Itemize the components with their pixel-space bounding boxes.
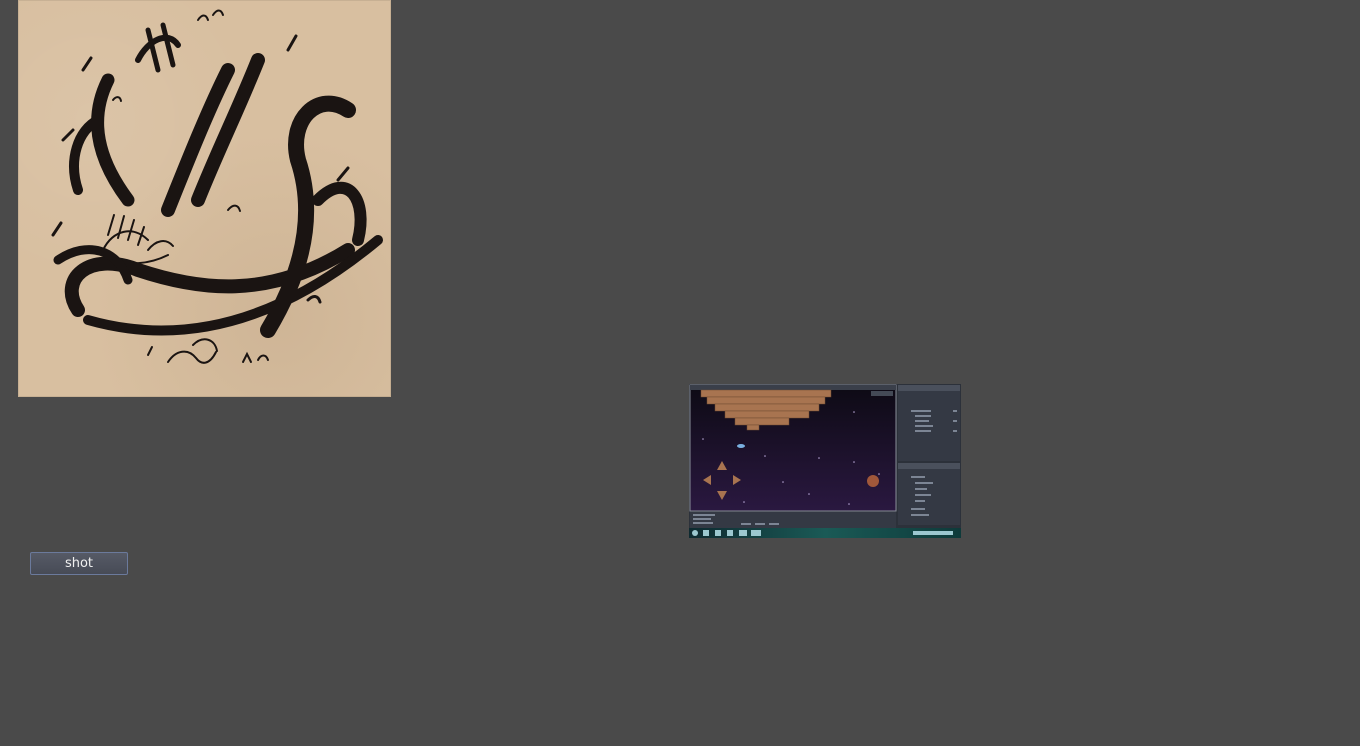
calligraphy-image — [18, 0, 391, 397]
game-editor-preview — [689, 384, 961, 538]
game-screenshot-thumbnail — [689, 384, 961, 538]
shot-button[interactable]: shot — [30, 552, 128, 575]
app-canvas: shot — [0, 0, 1360, 746]
calligraphy-artwork — [51, 9, 383, 364]
